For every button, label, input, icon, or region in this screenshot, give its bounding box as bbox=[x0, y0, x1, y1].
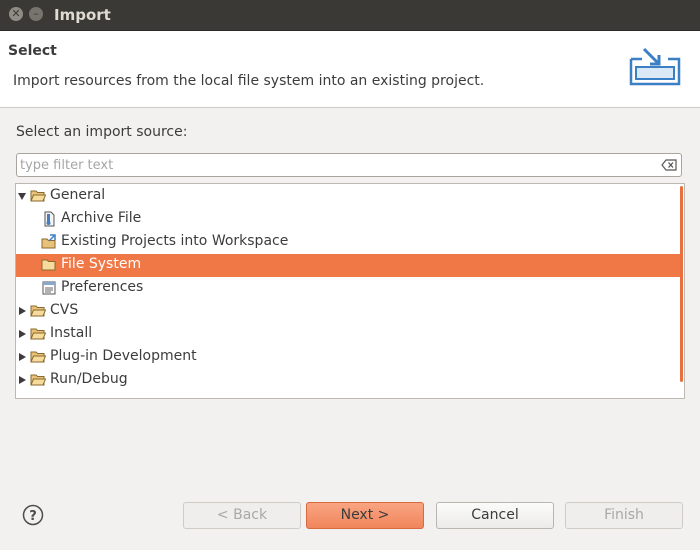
import-source-tree[interactable]: General Archive File Existing Projects i… bbox=[15, 183, 685, 399]
expand-arrow-icon[interactable] bbox=[19, 307, 26, 315]
file-system-folder-icon bbox=[41, 259, 56, 271]
expand-arrow-icon[interactable] bbox=[19, 376, 26, 384]
tree-item-label: Install bbox=[50, 325, 93, 341]
tree-item-label: Run/Debug bbox=[50, 371, 128, 387]
tree-item-label: Archive File bbox=[61, 210, 142, 226]
tree-item-archive-file[interactable]: Archive File bbox=[16, 208, 680, 231]
title-bar: ✕ – Import bbox=[0, 0, 700, 31]
close-window-button[interactable]: ✕ bbox=[9, 7, 23, 21]
next-button[interactable]: Next > bbox=[306, 502, 424, 529]
folder-icon bbox=[30, 328, 46, 340]
tree-item-existing-projects[interactable]: Existing Projects into Workspace bbox=[16, 231, 680, 254]
window-title: Import bbox=[54, 6, 111, 24]
tree-item-label: Preferences bbox=[61, 279, 144, 295]
tree-item-install[interactable]: Install bbox=[16, 323, 680, 346]
folder-icon bbox=[30, 305, 46, 317]
tree-item-general[interactable]: General bbox=[16, 185, 680, 208]
preferences-icon bbox=[42, 281, 56, 295]
expand-arrow-icon[interactable] bbox=[19, 330, 26, 338]
folder-open-icon bbox=[30, 190, 46, 202]
tree-item-label: Plug-in Development bbox=[50, 348, 197, 364]
existing-projects-icon bbox=[41, 234, 56, 249]
tree-item-cvs[interactable]: CVS bbox=[16, 300, 680, 323]
help-icon[interactable]: ? bbox=[22, 504, 44, 526]
folder-icon bbox=[30, 374, 46, 386]
tree-scrollbar[interactable] bbox=[680, 186, 683, 382]
import-source-label: Select an import source: bbox=[16, 124, 188, 140]
finish-button[interactable]: Finish bbox=[565, 502, 683, 529]
tree-item-plugin-development[interactable]: Plug-in Development bbox=[16, 346, 680, 369]
tree-item-label: Existing Projects into Workspace bbox=[61, 233, 289, 249]
tree-item-file-system[interactable]: File System bbox=[16, 254, 680, 277]
collapse-arrow-icon[interactable] bbox=[18, 193, 26, 200]
cancel-button[interactable]: Cancel bbox=[436, 502, 554, 529]
archive-file-icon bbox=[44, 211, 55, 227]
expand-arrow-icon[interactable] bbox=[19, 353, 26, 361]
tree-item-label: CVS bbox=[50, 302, 79, 318]
tree-item-label: File System bbox=[61, 256, 142, 272]
clear-filter-icon[interactable] bbox=[661, 159, 677, 171]
page-title: Select bbox=[8, 43, 57, 59]
svg-text:?: ? bbox=[29, 509, 37, 524]
tree-item-preferences[interactable]: Preferences bbox=[16, 277, 680, 300]
tree-item-run-debug[interactable]: Run/Debug bbox=[16, 369, 680, 392]
minimize-window-button[interactable]: – bbox=[29, 7, 43, 21]
tree-item-label: General bbox=[50, 187, 106, 203]
wizard-header: Select Import resources from the local f… bbox=[0, 31, 700, 108]
import-wizard-icon bbox=[629, 47, 681, 86]
filter-input[interactable] bbox=[20, 156, 650, 174]
page-description: Import resources from the local file sys… bbox=[13, 73, 485, 89]
filter-box bbox=[16, 153, 682, 177]
folder-icon bbox=[30, 351, 46, 363]
back-button[interactable]: < Back bbox=[183, 502, 301, 529]
